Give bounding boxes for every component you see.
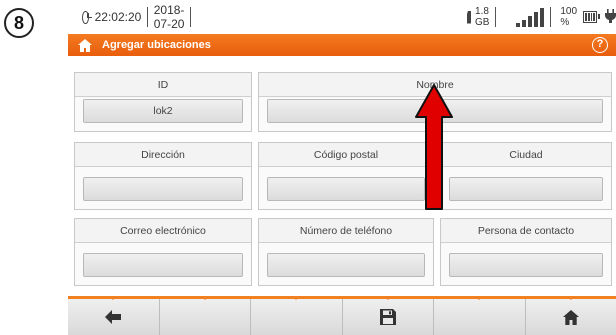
toolbar-button-2[interactable]	[160, 296, 251, 335]
home-button[interactable]	[526, 296, 616, 335]
storage-value: 1.8 GB	[475, 6, 490, 28]
page-title: Agregar ubicaciones	[102, 39, 211, 51]
save-icon	[379, 309, 396, 325]
battery-icon	[583, 11, 601, 23]
contact-label: Persona de contacto	[441, 219, 611, 243]
id-label: ID	[75, 73, 251, 97]
annotation-arrow-icon	[415, 84, 453, 210]
address-label: Dirección	[75, 143, 251, 167]
battery-value: 100 %	[560, 6, 578, 28]
contact-panel: Persona de contacto	[440, 218, 612, 286]
bottom-toolbar	[68, 296, 616, 335]
device-screen: 22:02:20 2018-07-20 1.8 GB 100 % Agregar…	[68, 0, 616, 335]
title-bar: Agregar ubicaciones ?	[68, 34, 616, 56]
phone-panel: Número de teléfono	[258, 218, 434, 286]
contact-field[interactable]	[449, 253, 603, 277]
postal-code-field[interactable]	[267, 177, 425, 201]
plug-icon	[605, 8, 616, 26]
back-button[interactable]	[68, 296, 160, 335]
back-arrow-icon	[105, 310, 122, 324]
phone-field[interactable]	[267, 253, 425, 277]
postal-code-panel: Código postal	[258, 142, 434, 210]
status-time: 22:02:20	[94, 10, 142, 24]
home-icon	[562, 309, 579, 325]
sd-card-icon	[466, 10, 472, 24]
status-date: 2018-07-20	[153, 3, 185, 31]
email-panel: Correo electrónico	[74, 218, 252, 286]
id-field[interactable]: lok2	[83, 99, 243, 123]
city-field[interactable]	[449, 177, 603, 201]
home-icon[interactable]	[78, 38, 92, 52]
city-panel: Ciudad	[440, 142, 612, 210]
clock-icon	[82, 10, 92, 24]
toolbar-button-5[interactable]	[434, 296, 526, 335]
step-number-badge: 8	[4, 8, 34, 38]
email-label: Correo electrónico	[75, 219, 251, 243]
phone-label: Número de teléfono	[259, 219, 433, 243]
id-panel: ID lok2	[74, 72, 252, 132]
toolbar-button-3[interactable]	[251, 296, 343, 335]
postal-code-label: Código postal	[259, 143, 433, 167]
email-field[interactable]	[83, 253, 243, 277]
help-icon[interactable]: ?	[592, 37, 608, 53]
signal-strength-icon	[515, 7, 544, 27]
save-button[interactable]	[343, 296, 434, 335]
location-form: ID lok2 Nombre Dirección Código postal C…	[68, 56, 616, 296]
address-field[interactable]	[83, 177, 243, 201]
address-panel: Dirección	[74, 142, 252, 210]
city-label: Ciudad	[441, 143, 611, 167]
status-bar: 22:02:20 2018-07-20 1.8 GB 100 %	[68, 0, 616, 34]
